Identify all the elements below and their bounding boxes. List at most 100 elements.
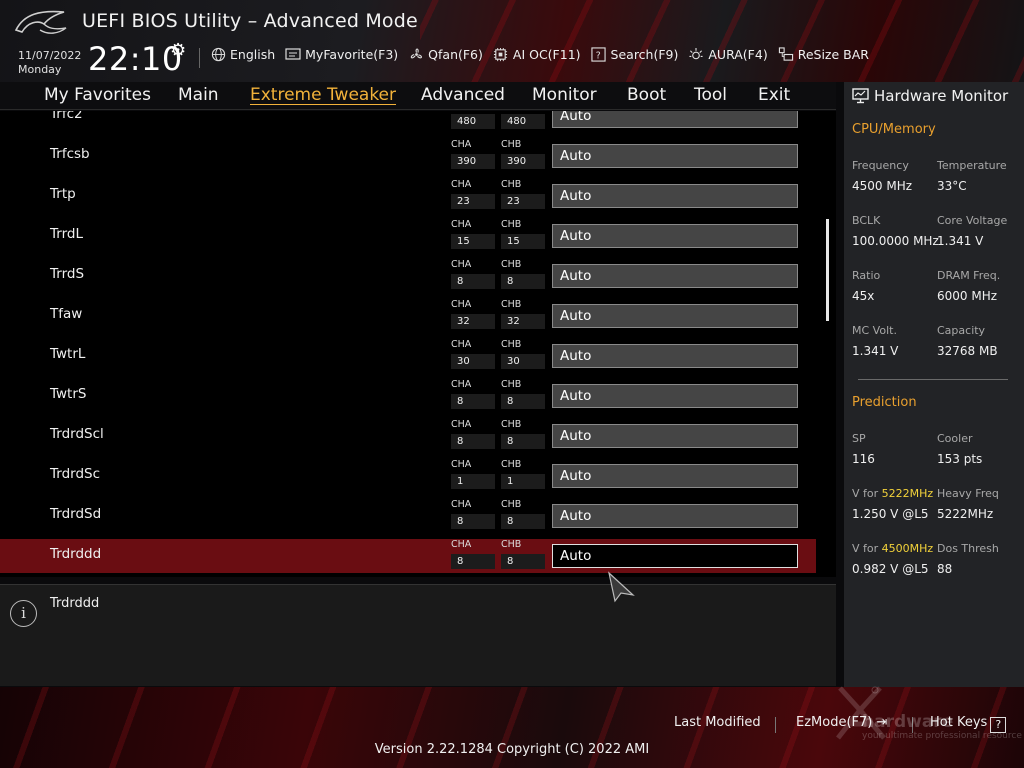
chb-value-box: CHB 8 bbox=[501, 539, 547, 569]
chb-value-box: CHB 1 bbox=[501, 459, 547, 489]
setting-value-field[interactable]: Auto bbox=[552, 424, 798, 448]
cha-value: 23 bbox=[451, 194, 495, 209]
cha-label: CHA bbox=[451, 139, 472, 150]
cha-value-box: CHA 1 bbox=[451, 459, 497, 489]
chb-value: 15 bbox=[501, 234, 545, 249]
settings-list[interactable]: Trfc2CHA480CHB480AutoTrfcsbCHA390CHB390A… bbox=[0, 111, 836, 577]
setting-value-field[interactable]: Auto bbox=[552, 464, 798, 488]
chb-value: 32 bbox=[501, 314, 545, 329]
mc-volt-metric: MC Volt. 1.341 V bbox=[852, 324, 938, 359]
tab-my-favorites[interactable]: My Favorites bbox=[44, 85, 151, 105]
cha-value-box: CHA 8 bbox=[451, 539, 497, 569]
language-label: English bbox=[230, 46, 276, 62]
chb-label: CHB bbox=[501, 259, 522, 270]
aura-label: AURA(F4) bbox=[708, 46, 768, 62]
chb-value-box: CHB 8 bbox=[501, 419, 547, 449]
metric-value: 45x bbox=[852, 289, 875, 303]
sp-metric: SP 116 bbox=[852, 432, 938, 467]
tab-main[interactable]: Main bbox=[178, 85, 219, 105]
chb-value: 1 bbox=[501, 474, 545, 489]
mouse-cursor-icon bbox=[608, 571, 635, 603]
app-title: UEFI BIOS Utility – Advanced Mode bbox=[82, 10, 418, 32]
last-modified-button[interactable]: Last Modified bbox=[674, 715, 761, 730]
toolbar: English MyFavorite(F3) Qfan(F6) AI OC(F1… bbox=[210, 46, 869, 62]
dos-thresh-metric: Dos Thresh 88 bbox=[937, 542, 1023, 577]
setting-row-tfaw[interactable]: Tfaw CHA 32 CHB 32 Auto bbox=[0, 299, 816, 333]
tab-monitor[interactable]: Monitor bbox=[532, 85, 597, 105]
setting-value-field[interactable]: Auto bbox=[552, 504, 798, 528]
tab-advanced[interactable]: Advanced bbox=[421, 85, 505, 105]
setting-row-trfcsb[interactable]: Trfcsb CHA 390 CHB 390 Auto bbox=[0, 139, 816, 173]
setting-label: Trfcsb bbox=[50, 146, 90, 162]
help-text: Trdrddd bbox=[50, 596, 100, 611]
aioc-button[interactable]: AI OC(F11) bbox=[493, 46, 581, 62]
search-button[interactable]: ? Search(F9) bbox=[591, 46, 678, 62]
cha-value-box: CHA 8 bbox=[451, 419, 497, 449]
metric-value: 32768 MB bbox=[937, 344, 998, 358]
setting-value-field[interactable]: Auto bbox=[552, 544, 798, 568]
metric-value: 153 pts bbox=[937, 452, 983, 466]
tab-exit[interactable]: Exit bbox=[758, 85, 790, 105]
language-button[interactable]: English bbox=[210, 46, 275, 62]
setting-value-field[interactable]: Auto bbox=[552, 224, 798, 248]
tab-boot[interactable]: Boot bbox=[627, 85, 666, 105]
chb-value: 8 bbox=[501, 274, 545, 289]
setting-label: TrdrdSd bbox=[50, 506, 102, 522]
setting-row-twtrs[interactable]: TwtrS CHA 8 CHB 8 Auto bbox=[0, 379, 816, 413]
hardware-monitor-title: Hardware Monitor bbox=[852, 87, 1008, 105]
metric-value: 100.0000 MHz bbox=[852, 234, 939, 248]
chb-label: CHB bbox=[501, 379, 522, 390]
setting-value-field[interactable]: Auto bbox=[552, 111, 798, 128]
setting-row-trrds[interactable]: TrrdS CHA 8 CHB 8 Auto bbox=[0, 259, 816, 293]
resize-bar-button[interactable]: ReSize BAR bbox=[778, 46, 869, 62]
aura-button[interactable]: AURA(F4) bbox=[688, 46, 768, 62]
chip-icon bbox=[493, 46, 509, 62]
label-prefix: V for bbox=[852, 542, 882, 555]
temperature-metric: Temperature 33°C bbox=[937, 159, 1023, 194]
setting-value-field[interactable]: Auto bbox=[552, 304, 798, 328]
clock-settings-icon[interactable]: ⚙ bbox=[170, 40, 186, 61]
clock[interactable]: 22:10 bbox=[88, 40, 183, 78]
tab-tool[interactable]: Tool bbox=[694, 85, 727, 105]
setting-row-twtrl[interactable]: TwtrL CHA 30 CHB 30 Auto bbox=[0, 339, 816, 373]
setting-row-trfc2[interactable]: Trfc2 CHA480CHB480 Auto bbox=[0, 111, 816, 133]
cha-value: 32 bbox=[451, 314, 495, 329]
cha-label: CHA bbox=[451, 459, 472, 470]
globe-icon bbox=[210, 46, 226, 62]
setting-row-trdrdsd[interactable]: TrdrdSd CHA 8 CHB 8 Auto bbox=[0, 499, 816, 533]
setting-label: TrrdS bbox=[50, 266, 85, 282]
scrollbar[interactable] bbox=[826, 219, 829, 321]
cha-value: 30 bbox=[451, 354, 495, 369]
setting-row-trdrddd[interactable]: Trdrddd CHA 8 CHB 8 Auto bbox=[0, 539, 816, 573]
setting-row-trtp[interactable]: Trtp CHA 23 CHB 23 Auto bbox=[0, 179, 816, 213]
aioc-label: AI OC(F11) bbox=[512, 46, 581, 62]
cha-value: 480 bbox=[451, 114, 495, 129]
cha-value: 8 bbox=[451, 554, 495, 569]
setting-row-trdrdscl[interactable]: TrdrdScl CHA 8 CHB 8 Auto bbox=[0, 419, 816, 453]
chb-value: 30 bbox=[501, 354, 545, 369]
tab-extreme-tweaker[interactable]: Extreme Tweaker bbox=[250, 85, 396, 105]
setting-row-trrdl[interactable]: TrrdL CHA 15 CHB 15 Auto bbox=[0, 219, 816, 253]
setting-value-field[interactable]: Auto bbox=[552, 144, 798, 168]
setting-value-field[interactable]: Auto bbox=[552, 384, 798, 408]
setting-label: TrdrdScl bbox=[50, 426, 104, 442]
setting-value-field[interactable]: Auto bbox=[552, 344, 798, 368]
svg-text:?: ? bbox=[596, 50, 601, 61]
qfan-button[interactable]: Qfan(F6) bbox=[408, 46, 483, 62]
cha-value: 8 bbox=[451, 274, 495, 289]
metric-label: MC Volt. bbox=[852, 324, 897, 337]
chb-label: CHB bbox=[501, 339, 522, 350]
cha-value: 390 bbox=[451, 154, 495, 169]
metric-label: DRAM Freq. bbox=[937, 269, 1001, 282]
chb-value: 8 bbox=[501, 554, 545, 569]
setting-row-trdrdsc[interactable]: TrdrdSc CHA 1 CHB 1 Auto bbox=[0, 459, 816, 493]
metric-value: 4500 MHz bbox=[852, 179, 913, 193]
myfavorite-button[interactable]: MyFavorite(F3) bbox=[285, 46, 398, 62]
setting-value-field[interactable]: Auto bbox=[552, 264, 798, 288]
metric-label: Core Voltage bbox=[937, 214, 1008, 227]
setting-label: Trtp bbox=[50, 186, 76, 202]
metric-value: 1.341 V bbox=[937, 234, 984, 248]
search-icon: ? bbox=[591, 46, 607, 62]
setting-value-field[interactable]: Auto bbox=[552, 184, 798, 208]
hardware-monitor-panel: Hardware Monitor CPU/Memory Frequency 45… bbox=[844, 82, 1024, 687]
